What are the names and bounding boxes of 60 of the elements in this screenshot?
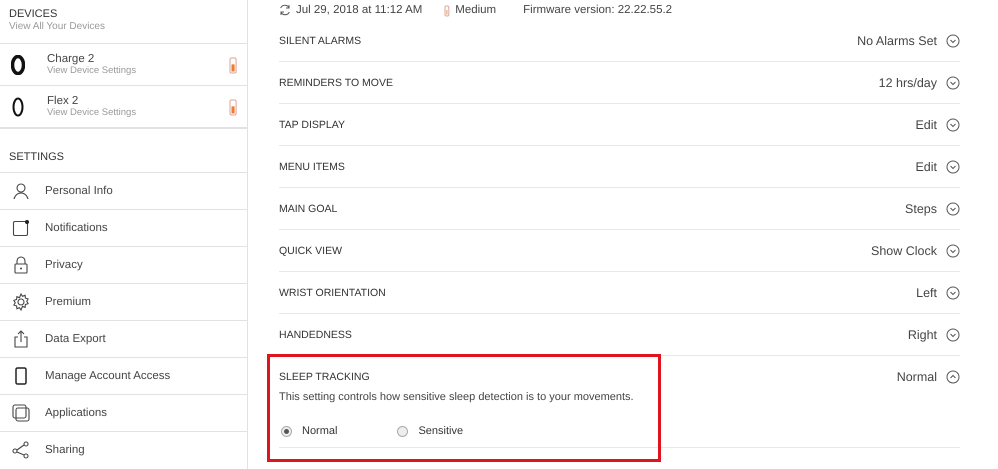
setting-label: HANDEDNESS: [279, 328, 353, 340]
chevron-down-icon[interactable]: [946, 118, 960, 132]
tracker-icon: [11, 96, 25, 116]
radio-label[interactable]: Normal: [302, 425, 338, 437]
chevron-down-icon[interactable]: [946, 244, 960, 258]
sidebar-item[interactable]: Notifications: [45, 222, 108, 234]
chevron-down-icon[interactable]: [946, 76, 960, 90]
lock-icon: [12, 256, 30, 274]
chevron-down-icon[interactable]: [946, 34, 960, 48]
setting-value[interactable]: Edit: [915, 118, 937, 132]
sidebar-item[interactable]: Premium: [45, 296, 92, 308]
sidebar-item[interactable]: Data Export: [45, 333, 106, 345]
share-icon: [12, 441, 30, 459]
chevron-down-icon[interactable]: [946, 202, 960, 216]
setting-label: MENU ITEMS: [279, 160, 346, 172]
share-upload-icon: [12, 330, 30, 348]
setting-label: SLEEP TRACKING: [279, 370, 371, 382]
battery-icon: [444, 4, 450, 16]
setting-value[interactable]: Right: [908, 328, 937, 342]
sidebar-item[interactable]: Personal Info: [45, 185, 113, 197]
battery-icon: [228, 56, 237, 74]
battery-label: Medium: [455, 4, 496, 16]
setting-value[interactable]: Edit: [915, 160, 937, 174]
setting-value[interactable]: 12 hrs/day: [878, 76, 937, 90]
chevron-down-icon[interactable]: [946, 328, 960, 342]
setting-label: REMINDERS TO MOVE: [279, 76, 394, 88]
radio-button[interactable]: [281, 426, 292, 436]
windows-icon: [12, 404, 30, 422]
setting-label: TAP DISPLAY: [279, 118, 346, 130]
person-icon: [12, 182, 30, 200]
setting-label: SILENT ALARMS: [279, 34, 362, 46]
sync-time: Jul 29, 2018 at 11:12 AM: [296, 4, 422, 16]
battery-icon: [228, 98, 237, 116]
radio-label[interactable]: Sensitive: [418, 425, 464, 437]
chevron-up-icon[interactable]: [946, 370, 960, 384]
setting-value[interactable]: Normal: [896, 370, 937, 384]
radio-button[interactable]: [397, 426, 408, 436]
device-name[interactable]: Flex 2: [47, 95, 229, 107]
section-title: SETTINGS: [0, 128, 247, 172]
tracker-icon: [11, 54, 25, 74]
setting-label: MAIN GOAL: [279, 202, 338, 214]
setting-value[interactable]: No Alarms Set: [857, 34, 937, 48]
notification-icon: [12, 219, 30, 237]
sync-icon: [279, 4, 291, 16]
firmware-version: Firmware version: 22.22.55.2: [523, 4, 672, 16]
setting-label: QUICK VIEW: [279, 244, 344, 256]
device-name[interactable]: Charge 2: [47, 53, 229, 65]
sidebar-item[interactable]: Sharing: [45, 444, 85, 456]
setting-value[interactable]: Steps: [905, 202, 937, 216]
setting-value[interactable]: Show Clock: [871, 244, 937, 258]
section-title: DEVICES: [8, 7, 58, 20]
setting-label: WRIST ORIENTATION: [279, 286, 387, 298]
sidebar-item[interactable]: Applications: [45, 407, 108, 419]
chevron-down-icon[interactable]: [946, 286, 960, 300]
sidebar-item[interactable]: Privacy: [45, 259, 83, 271]
setting-description: This setting controls how sensitive sleep detection is to your movements.: [279, 391, 635, 403]
gear-icon: [12, 293, 30, 311]
setting-value[interactable]: Left: [916, 286, 937, 300]
chevron-down-icon[interactable]: [946, 160, 960, 174]
sidebar-item[interactable]: Manage Account Access: [45, 370, 170, 382]
